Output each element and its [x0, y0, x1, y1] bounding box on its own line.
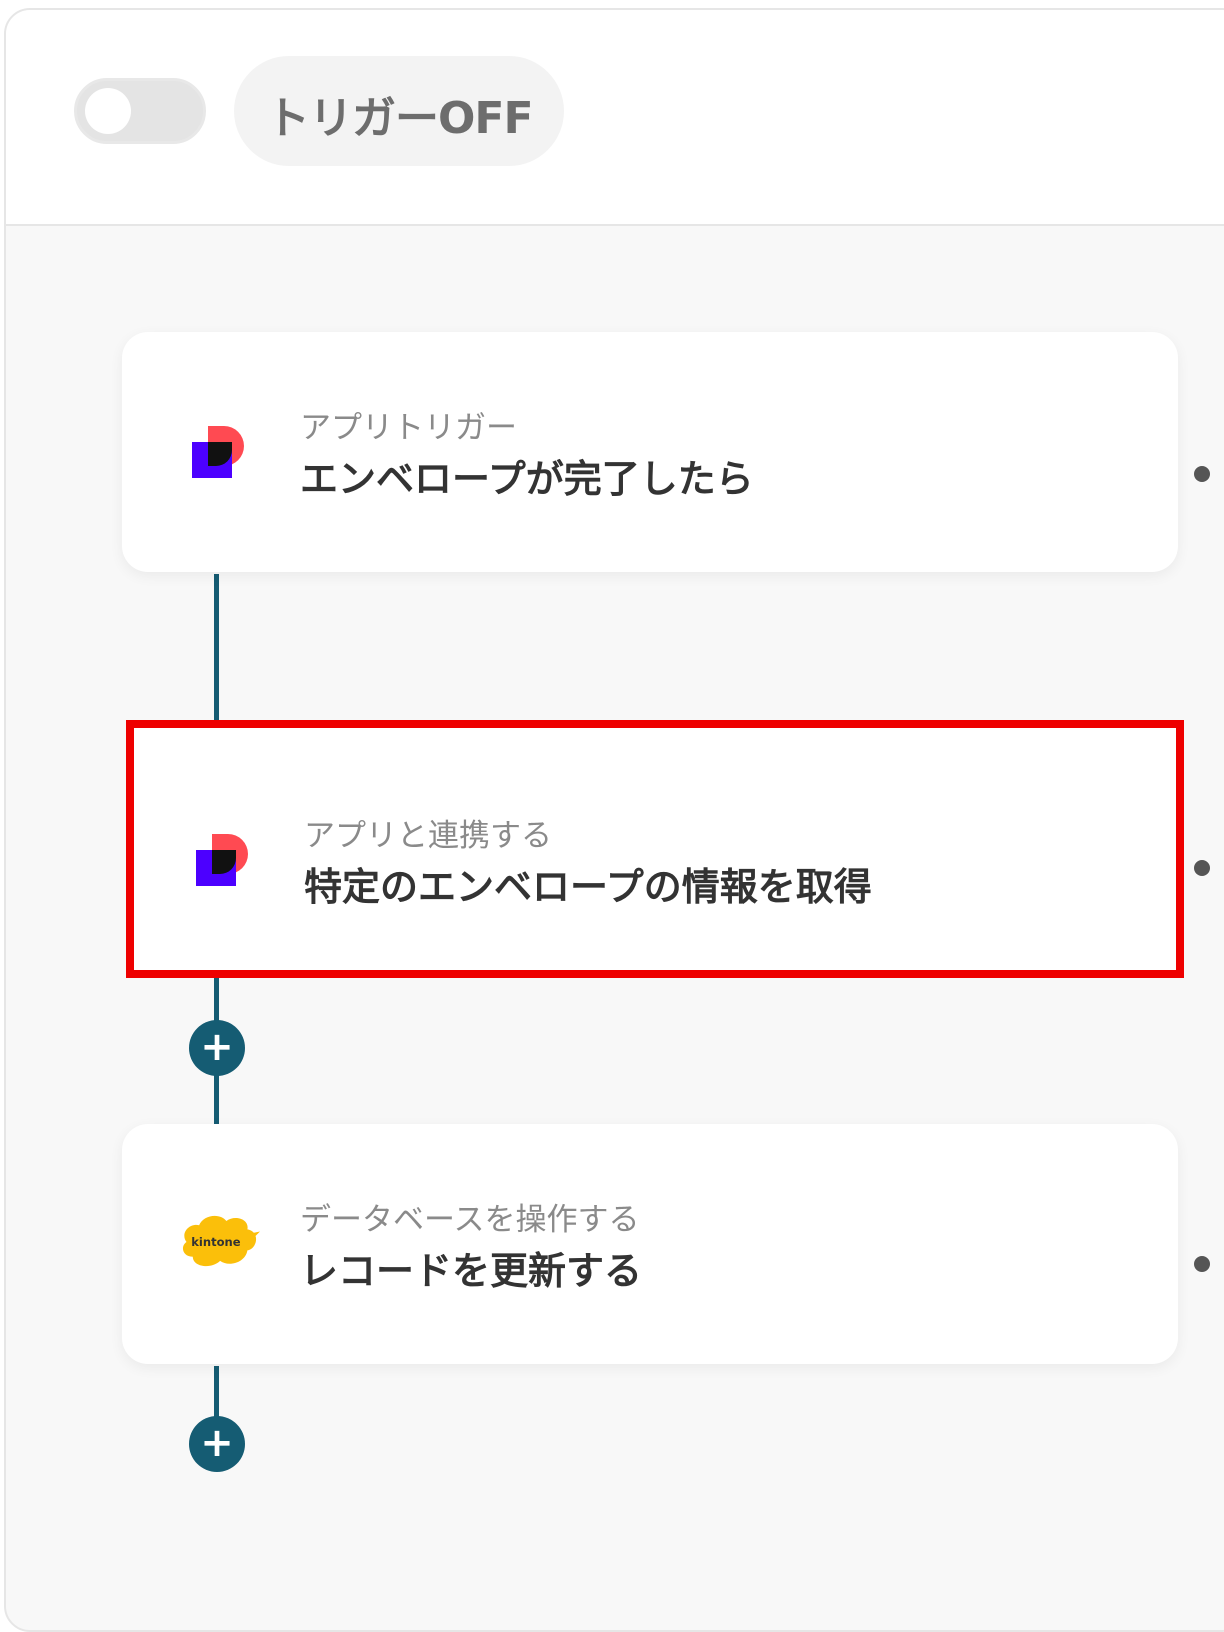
add-step-button[interactable]: +: [189, 1416, 245, 1472]
flow-editor-frame: トリガーOFF アプリトリガー エンベロープが完了したら アプリと連携する 特定…: [4, 8, 1224, 1632]
trigger-toggle[interactable]: [74, 78, 206, 144]
kintone-logo-text: kintone: [191, 1235, 240, 1249]
trigger-status-label: トリガーOFF: [266, 93, 534, 144]
toggle-knob: [85, 88, 131, 134]
connector-line: [214, 574, 219, 724]
step-title: エンベロープが完了したら: [300, 457, 754, 501]
docusign-icon: [192, 426, 244, 478]
add-step-button[interactable]: +: [189, 1020, 245, 1076]
flow-step-card[interactable]: アプリトリガー エンベロープが完了したら: [122, 332, 1178, 572]
step-title: 特定のエンベロープの情報を取得: [304, 865, 872, 909]
kintone-icon: kintone: [182, 1215, 260, 1267]
step-type-label: データベースを操作する: [300, 1202, 640, 1238]
flow-step-card[interactable]: kintone データベースを操作する レコードを更新する: [122, 1124, 1178, 1364]
step-type-label: アプリと連携する: [304, 818, 552, 854]
trigger-status-pill: トリガーOFF: [234, 56, 564, 166]
step-title: レコードを更新する: [300, 1249, 643, 1293]
flow-header: トリガーOFF: [6, 10, 1224, 226]
docusign-icon: [196, 834, 248, 886]
step-type-label: アプリトリガー: [300, 410, 517, 446]
flow-step-card-selected[interactable]: アプリと連携する 特定のエンベロープの情報を取得: [126, 720, 1184, 978]
step-menu-handle[interactable]: [1194, 1256, 1210, 1272]
step-menu-handle[interactable]: [1194, 860, 1210, 876]
step-menu-handle[interactable]: [1194, 466, 1210, 482]
